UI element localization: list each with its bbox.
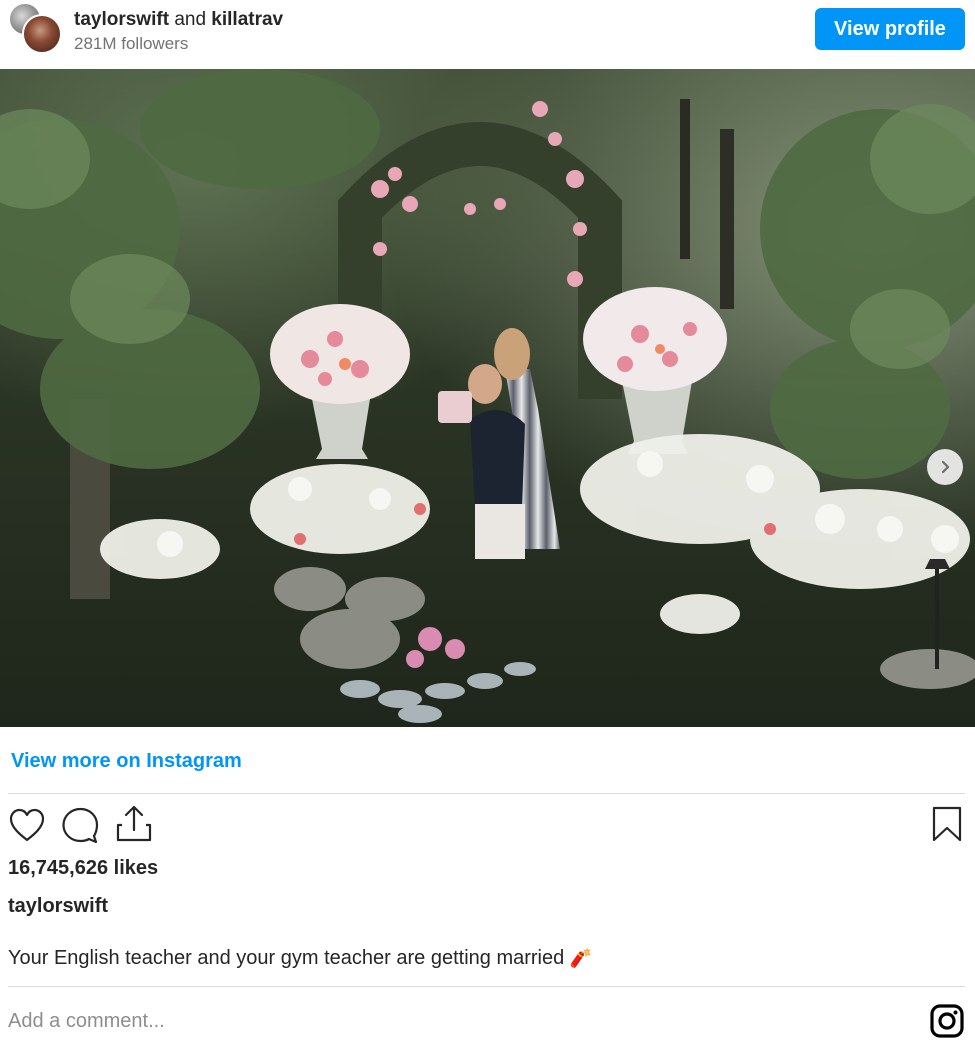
comment-input[interactable] bbox=[8, 1004, 888, 1038]
instagram-icon[interactable] bbox=[929, 1003, 965, 1039]
divider bbox=[8, 793, 965, 794]
chevron-right-icon bbox=[941, 460, 950, 474]
like-count[interactable]: 16,745,626 likes bbox=[8, 857, 158, 880]
post-authors: taylorswift and killatrav bbox=[74, 9, 283, 31]
caption: Your English teacher and your gym teache… bbox=[8, 947, 592, 970]
username-link[interactable]: killatrav bbox=[211, 9, 283, 30]
heart-icon[interactable] bbox=[8, 807, 46, 843]
post-header: taylorswift and killatrav 281M followers… bbox=[0, 0, 975, 68]
bookmark-icon[interactable] bbox=[930, 805, 964, 843]
view-profile-button[interactable]: View profile bbox=[815, 8, 965, 50]
follower-count: 281M followers bbox=[74, 34, 189, 53]
username-link[interactable]: taylorswift bbox=[74, 9, 169, 30]
comment-icon[interactable] bbox=[60, 806, 100, 844]
caption-text: Your English teacher and your gym teache… bbox=[8, 947, 565, 969]
author-conjunction: and bbox=[174, 9, 207, 30]
post-photo[interactable] bbox=[0, 69, 975, 727]
firecracker-emoji: 🧨 bbox=[569, 948, 593, 968]
carousel-next-button[interactable] bbox=[927, 449, 963, 485]
share-icon[interactable] bbox=[114, 803, 154, 843]
divider bbox=[8, 986, 965, 987]
caption-username[interactable]: taylorswift bbox=[8, 895, 108, 918]
avatar[interactable] bbox=[22, 14, 62, 54]
view-more-link[interactable]: View more on Instagram bbox=[11, 750, 242, 773]
